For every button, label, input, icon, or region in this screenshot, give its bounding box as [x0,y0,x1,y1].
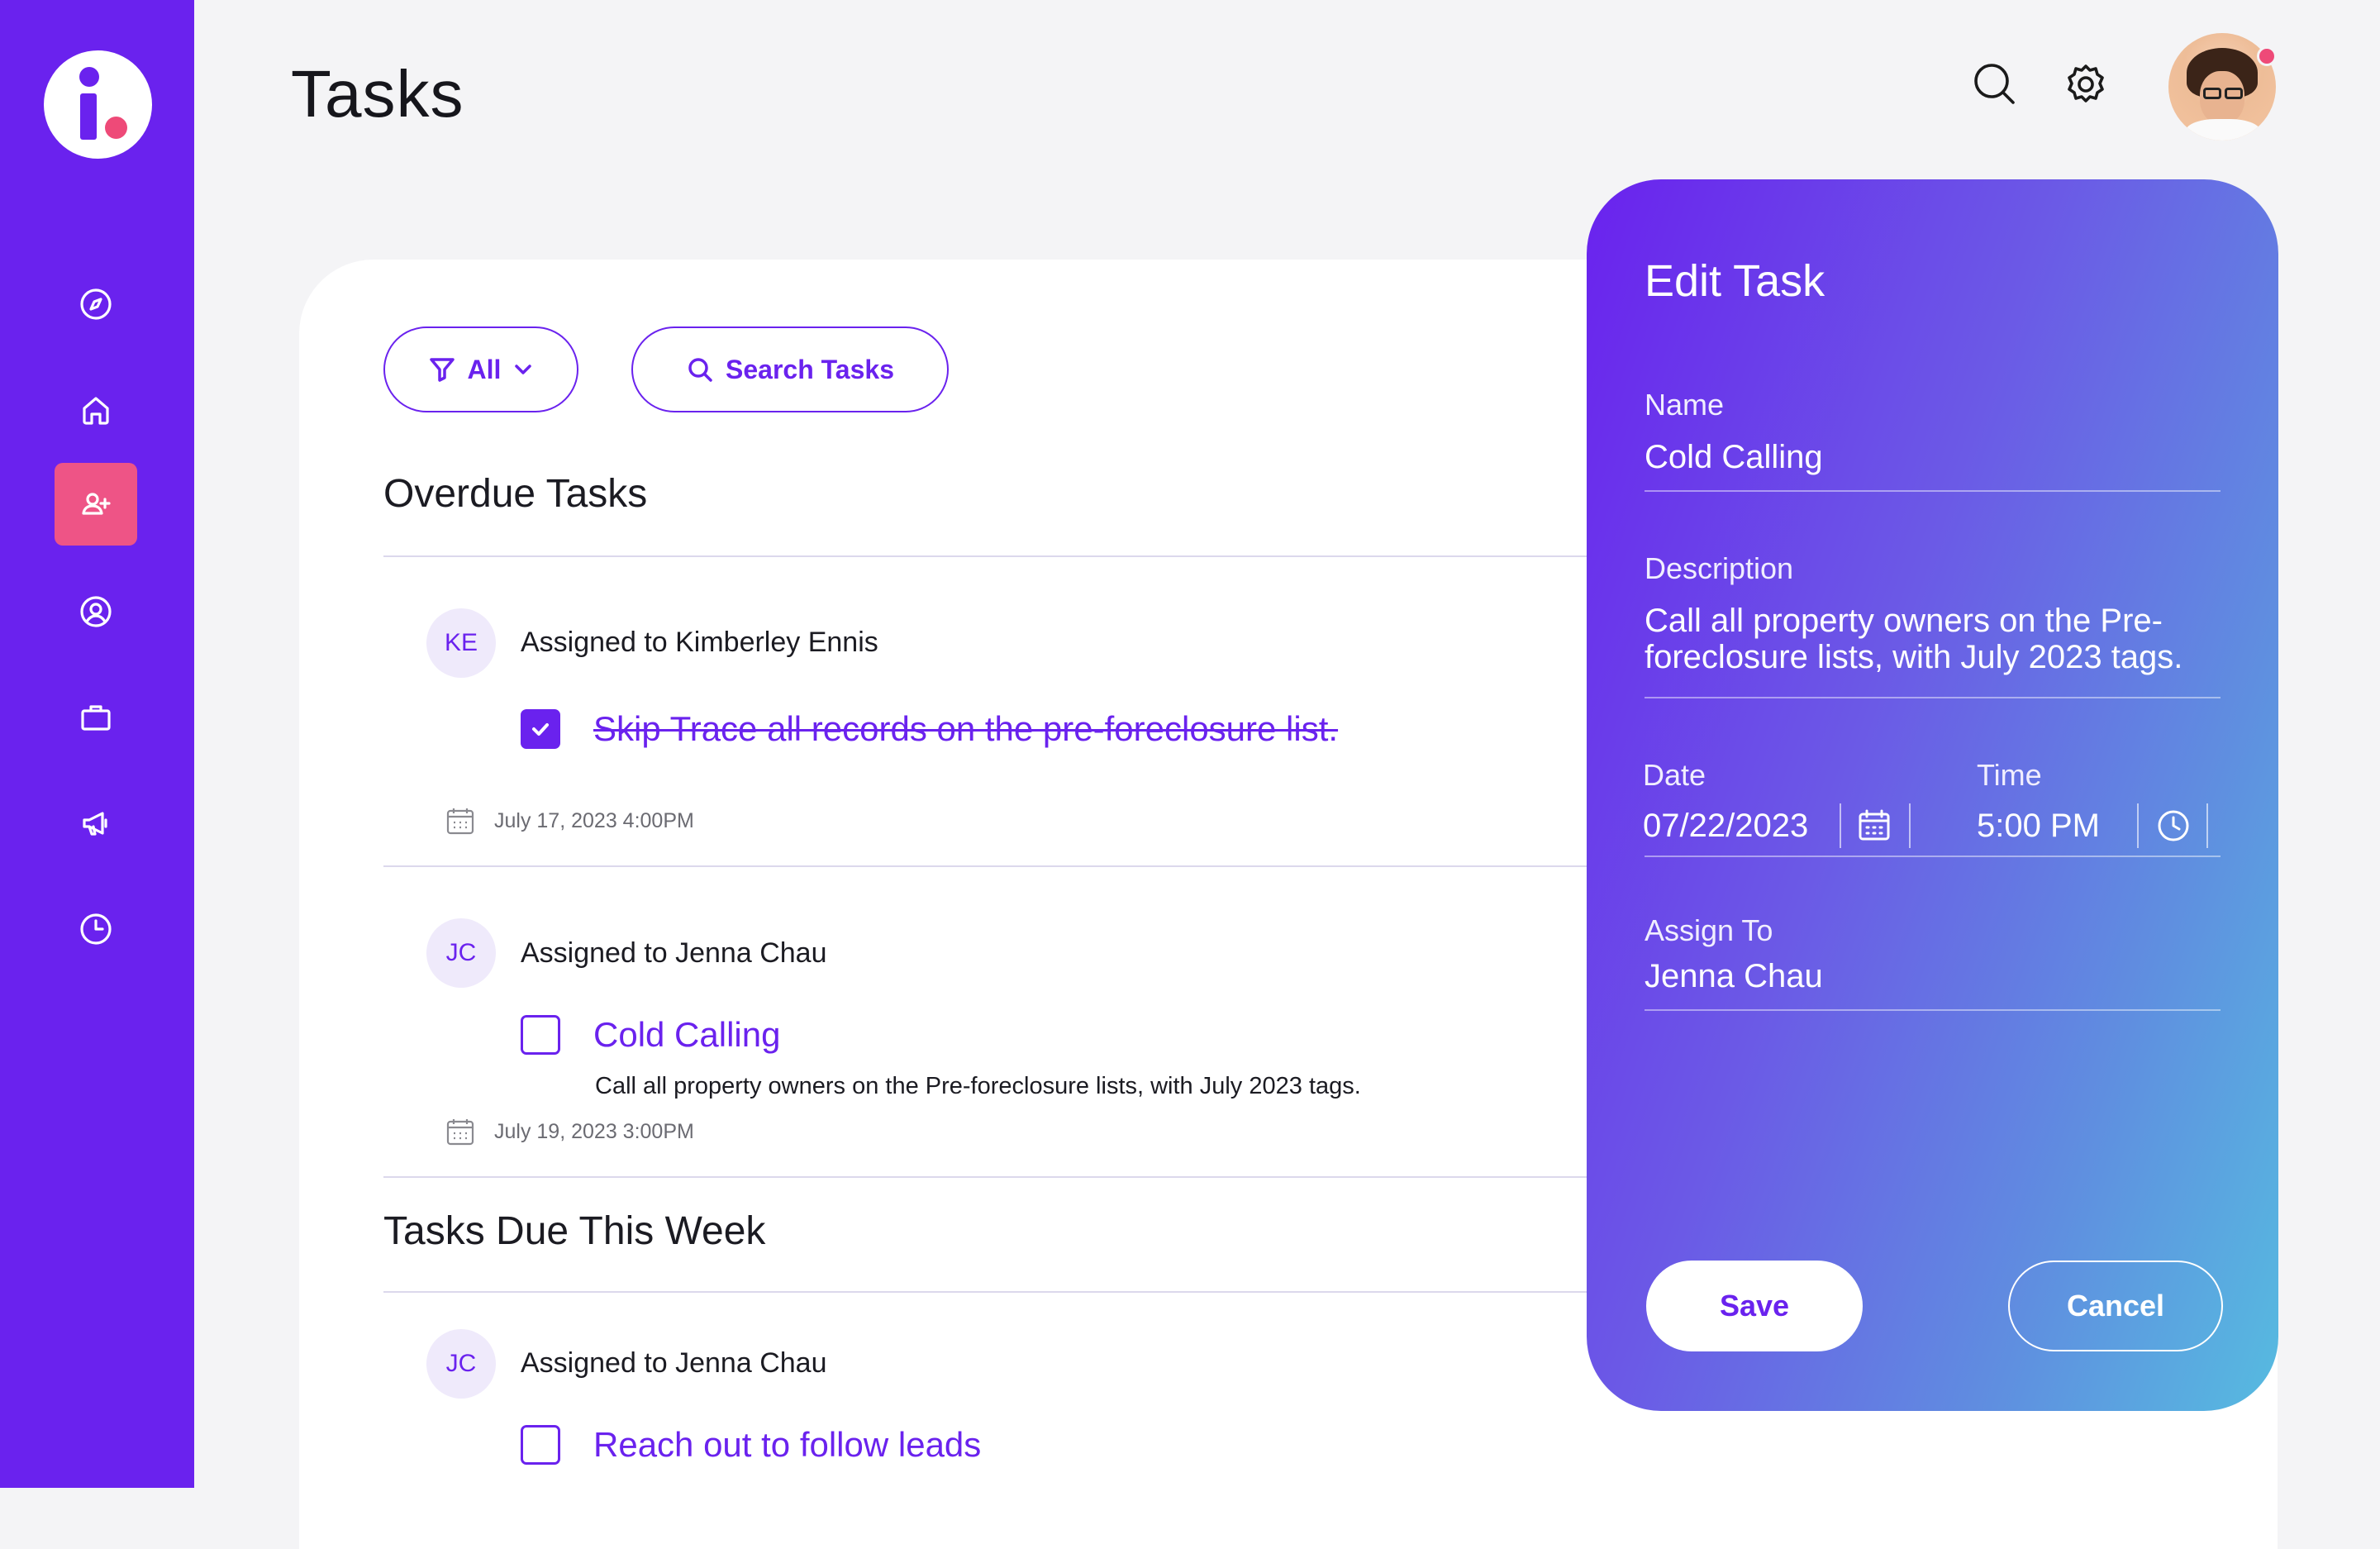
chevron-down-icon [515,365,532,374]
assign-label: Assign To [1645,913,1773,947]
task-date: July 19, 2023 3:00PM [445,1116,694,1147]
date-label: Date [1643,758,1706,792]
task-name[interactable]: Skip Trace all records on the pre-forecl… [593,709,1338,749]
field-underline [1645,856,2221,857]
field-underline [1645,697,2221,698]
clock-icon [80,913,112,945]
assignee-text: Assigned to Jenna Chau [521,937,827,969]
settings-button[interactable] [2061,60,2111,109]
field-underline [1645,490,2221,492]
calendar-icon [446,1119,474,1146]
clock-icon [2158,810,2189,841]
task-checkbox[interactable] [521,709,560,749]
task-date: July 17, 2023 4:00PM [445,805,694,836]
check-icon [532,723,549,736]
app-logo[interactable] [44,50,152,159]
task-description: Call all property owners on the Pre-fore… [595,1073,1361,1099]
name-label: Name [1645,388,1725,422]
time-field[interactable]: 5:00 PM [1977,808,2100,845]
briefcase-icon [81,705,111,731]
field-underline [1645,1009,2221,1011]
save-button[interactable]: Save [1646,1261,1863,1351]
section-title-this-week: Tasks Due This Week [383,1209,766,1253]
divider [383,1176,1587,1178]
task-checkbox[interactable] [521,1425,560,1465]
name-field[interactable]: Cold Calling [1645,439,1823,476]
search-icon [688,358,712,382]
user-circle-icon [80,596,112,627]
sidebar-item-home[interactable] [55,369,137,451]
gear-icon [2068,64,2104,102]
divider [383,865,1587,867]
description-label: Description [1645,551,1794,585]
search-tasks-label: Search Tasks [726,354,894,384]
compass-icon [80,288,112,320]
assignee-text: Assigned to Jenna Chau [521,1347,827,1379]
cancel-button[interactable]: Cancel [2008,1261,2223,1351]
divider [383,555,1587,557]
filter-icon [429,358,455,382]
sidebar-item-users[interactable] [55,463,137,546]
add-user-icon [82,493,111,515]
assignee-text: Assigned to Kimberley Ennis [521,627,878,658]
date-field[interactable]: 07/22/2023 [1643,808,1808,845]
task-name[interactable]: Reach out to follow leads [593,1425,981,1465]
assignee-avatar: JC [426,1329,496,1399]
assign-field[interactable]: Jenna Chau [1645,958,1823,995]
assignee-avatar: KE [426,608,496,678]
time-picker-button[interactable] [2155,808,2192,844]
notification-dot [2257,46,2277,66]
edit-task-panel: Edit Task Name Cold Calling Description … [1587,179,2278,1411]
calendar-icon [446,808,474,835]
search-button[interactable] [1970,60,2020,109]
task-name[interactable]: Cold Calling [593,1015,780,1055]
assignee-avatar: JC [426,918,496,988]
divider [383,1291,1587,1293]
panel-title: Edit Task [1645,256,1825,306]
filter-label: All [467,354,502,384]
page-title: Tasks [291,57,464,131]
calendar-icon [1859,809,1890,841]
megaphone-icon [83,812,107,836]
search-tasks-button[interactable]: Search Tasks [631,326,949,412]
sidebar-item-work[interactable] [55,676,137,759]
sidebar [0,0,194,1488]
sidebar-item-history[interactable] [55,888,137,970]
sidebar-item-profile[interactable] [55,570,137,653]
filter-dropdown[interactable]: All [383,326,578,412]
task-checkbox[interactable] [521,1015,560,1055]
sidebar-item-explore[interactable] [55,263,137,346]
section-title-overdue: Overdue Tasks [383,472,648,516]
date-picker-button[interactable] [1856,808,1892,844]
home-icon [83,397,109,425]
time-label: Time [1977,758,2042,792]
search-icon [1974,64,2015,104]
sidebar-item-campaigns[interactable] [55,782,137,865]
